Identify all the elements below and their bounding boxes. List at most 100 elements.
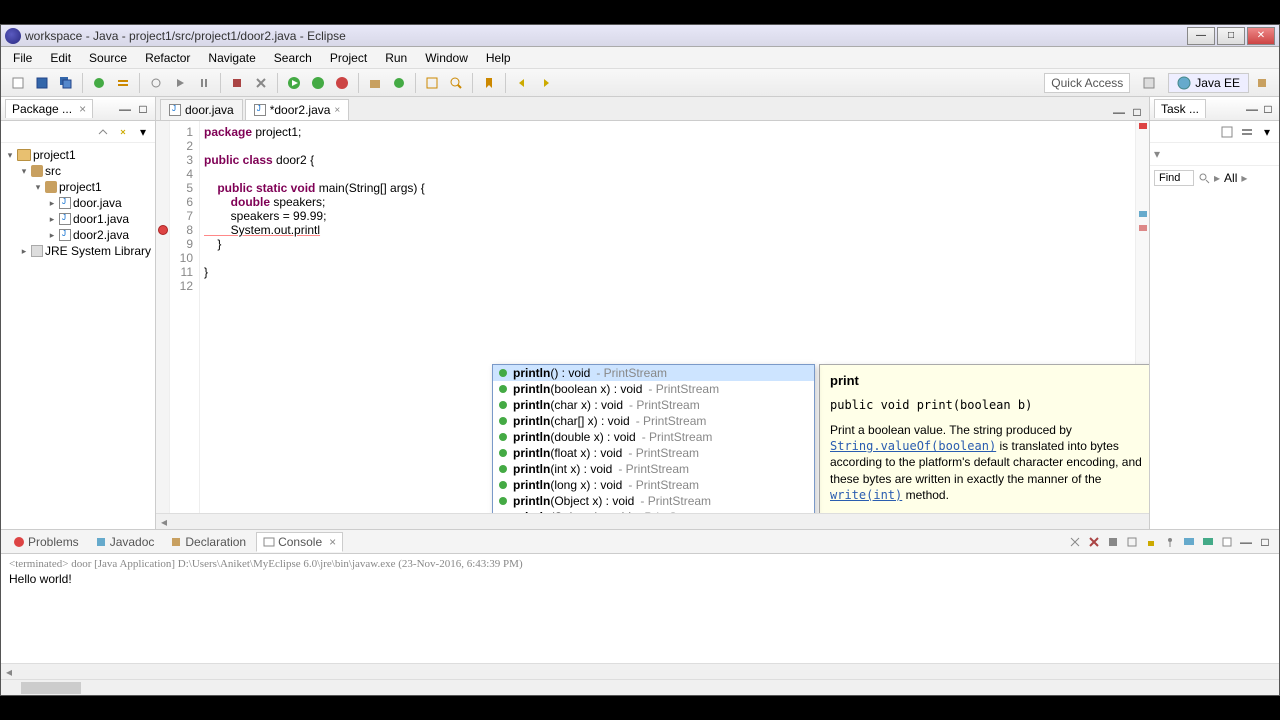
editor-tab-door2[interactable]: *door2.java ×	[245, 99, 350, 120]
new-task-button[interactable]	[1219, 124, 1235, 140]
completion-item[interactable]: println(Object x) : void - PrintStream	[493, 493, 814, 509]
scrollbar-thumb[interactable]	[21, 682, 81, 694]
remove-launch-button[interactable]	[1067, 534, 1083, 550]
completion-item[interactable]: println(char x) : void - PrintStream	[493, 397, 814, 413]
completion-item[interactable]: println(boolean x) : void - PrintStream	[493, 381, 814, 397]
pin-console-button[interactable]	[1162, 534, 1178, 550]
tree-package[interactable]: ▾project1	[5, 179, 151, 195]
remove-all-button[interactable]	[1086, 534, 1102, 550]
maximize-bottom-button[interactable]: □	[1257, 534, 1273, 550]
debug-button[interactable]	[88, 72, 110, 94]
find-input[interactable]: Find	[1154, 170, 1194, 186]
quick-access[interactable]: Quick Access	[1044, 73, 1130, 93]
maximize-view-button[interactable]: □	[1261, 102, 1275, 116]
new-class-button[interactable]	[388, 72, 410, 94]
search-icon[interactable]	[1198, 172, 1210, 184]
close-icon[interactable]: ×	[79, 102, 86, 116]
doc-link-valueof[interactable]: String.valueOf(boolean)	[830, 439, 996, 453]
nav-prev-button[interactable]: ▸	[1214, 171, 1220, 185]
menu-navigate[interactable]: Navigate	[200, 49, 263, 67]
back-button[interactable]	[511, 72, 533, 94]
close-tab-icon[interactable]: ×	[334, 105, 340, 116]
scroll-lock-button[interactable]	[1143, 534, 1159, 550]
console-hscroll[interactable]: ◂	[1, 663, 1279, 679]
view-menu-button[interactable]: ▾	[1259, 124, 1275, 140]
app-hscroll[interactable]	[1, 679, 1279, 695]
menu-help[interactable]: Help	[478, 49, 519, 67]
error-overview-mark[interactable]	[1139, 123, 1147, 129]
open-type-button[interactable]	[421, 72, 443, 94]
new-package-button[interactable]	[364, 72, 386, 94]
menu-file[interactable]: File	[5, 49, 40, 67]
completion-item[interactable]: println(int x) : void - PrintStream	[493, 461, 814, 477]
completion-item[interactable]: println(char[] x) : void - PrintStream	[493, 413, 814, 429]
minimize-view-button[interactable]: —	[117, 101, 133, 117]
view-menu-button[interactable]: ▾	[135, 124, 151, 140]
declaration-tab[interactable]: Declaration	[164, 533, 252, 551]
tree-src[interactable]: ▾src	[5, 163, 151, 179]
new-console-button[interactable]	[1219, 534, 1235, 550]
editor-tab-door[interactable]: door.java	[160, 99, 243, 120]
package-tree[interactable]: ▾project1 ▾src ▾project1 ▸door.java ▸doo…	[1, 143, 155, 263]
menu-refactor[interactable]: Refactor	[137, 49, 198, 67]
package-explorer-tab[interactable]: Package ... ×	[5, 99, 93, 118]
console-output[interactable]: <terminated> door [Java Application] D:\…	[1, 554, 1279, 663]
terminate-console-button[interactable]	[1105, 534, 1121, 550]
save-all-button[interactable]	[55, 72, 77, 94]
search-button[interactable]	[445, 72, 467, 94]
task-list-tab[interactable]: Task ...	[1154, 99, 1206, 118]
toggle-mark-button[interactable]	[478, 72, 500, 94]
menu-edit[interactable]: Edit	[42, 49, 79, 67]
minimize-bottom-button[interactable]: —	[1238, 534, 1254, 550]
categorize-button[interactable]	[1239, 124, 1255, 140]
content-assist-popup[interactable]: println() : void - PrintStreamprintln(bo…	[492, 364, 815, 513]
run-last-button[interactable]	[307, 72, 329, 94]
tree-file[interactable]: ▸door2.java	[5, 227, 151, 243]
tree-jre-library[interactable]: ▸JRE System Library	[5, 243, 151, 259]
problems-tab[interactable]: Problems	[7, 533, 85, 551]
link-editor-button[interactable]	[115, 124, 131, 140]
editor-hscroll[interactable]: ◂	[156, 513, 1149, 529]
completion-item[interactable]: println(float x) : void - PrintStream	[493, 445, 814, 461]
menu-source[interactable]: Source	[81, 49, 135, 67]
completion-item[interactable]: println(double x) : void - PrintStream	[493, 429, 814, 445]
info-overview-mark[interactable]	[1139, 211, 1147, 217]
skip-breakpoints-button[interactable]	[145, 72, 167, 94]
filter-all-label[interactable]: All	[1224, 171, 1237, 185]
clear-console-button[interactable]	[1124, 534, 1140, 550]
javadoc-popup[interactable]: print public void print(boolean b) Print…	[819, 364, 1149, 513]
completion-item[interactable]: println() : void - PrintStream	[493, 365, 814, 381]
maximize-view-button[interactable]: □	[135, 101, 151, 117]
tree-file[interactable]: ▸door1.java	[5, 211, 151, 227]
external-tools-button[interactable]	[331, 72, 353, 94]
chevron-down-icon[interactable]: ▾	[1154, 147, 1160, 161]
doc-link-write[interactable]: write(int)	[830, 488, 902, 502]
close-icon[interactable]: ×	[329, 535, 336, 549]
tree-project[interactable]: ▾project1	[5, 147, 151, 163]
tree-file[interactable]: ▸door.java	[5, 195, 151, 211]
new-button[interactable]	[7, 72, 29, 94]
close-button[interactable]: ✕	[1247, 27, 1275, 45]
menu-run[interactable]: Run	[377, 49, 415, 67]
completion-item[interactable]: println(long x) : void - PrintStream	[493, 477, 814, 493]
open-console-button[interactable]	[1200, 534, 1216, 550]
maximize-editor-button[interactable]: □	[1129, 104, 1145, 120]
error-marker-icon[interactable]	[158, 225, 168, 235]
completion-item[interactable]: println(String x) : void - PrintStream	[493, 509, 814, 513]
nav-next-button[interactable]: ▸	[1241, 171, 1247, 185]
suspend-button[interactable]	[193, 72, 215, 94]
console-tab[interactable]: Console×	[256, 532, 343, 552]
minimize-view-button[interactable]: —	[1245, 102, 1259, 116]
javadoc-tab[interactable]: Javadoc	[89, 533, 161, 551]
code-editor[interactable]: 123456789101112 package project1; public…	[156, 121, 1149, 513]
terminate-button[interactable]	[226, 72, 248, 94]
disconnect-button[interactable]	[250, 72, 272, 94]
save-button[interactable]	[31, 72, 53, 94]
minimize-button[interactable]: —	[1187, 27, 1215, 45]
warning-overview-mark[interactable]	[1139, 225, 1147, 231]
open-perspective-button[interactable]	[1138, 72, 1160, 94]
toggle-breadcrumb-button[interactable]	[112, 72, 134, 94]
menu-search[interactable]: Search	[266, 49, 320, 67]
run-button[interactable]	[283, 72, 305, 94]
minimize-editor-button[interactable]: —	[1111, 104, 1127, 120]
